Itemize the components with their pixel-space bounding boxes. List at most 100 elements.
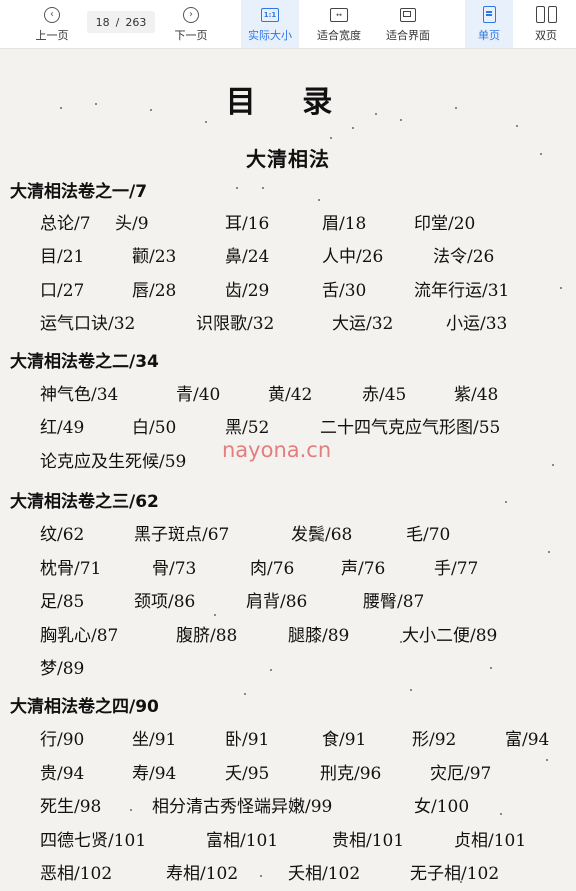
toc-entry[interactable]: 神气色/34 [40, 380, 118, 405]
scan-speck [400, 641, 402, 643]
scan-speck [490, 667, 492, 669]
toc-entry[interactable]: 红/49 [40, 413, 84, 438]
toc-entry[interactable]: 腹脐/88 [176, 621, 237, 646]
toc-entry[interactable]: 论克应及生死候/59 [40, 447, 186, 472]
toc-entry[interactable]: 口/27 [40, 276, 84, 301]
fit-screen-button[interactable]: 适合界面 [378, 0, 438, 48]
toc-entry[interactable]: 相分清古秀怪端异嫩/99 [152, 792, 332, 817]
actual-size-icon: 1:1 [261, 7, 279, 22]
fit-width-icon: ↔ [330, 7, 348, 22]
scan-speck [505, 501, 507, 503]
toc-entry[interactable]: 行/90 [40, 725, 84, 750]
prev-page-button[interactable]: ‹ 上一页 [22, 0, 82, 48]
single-page-button[interactable]: 单页 [465, 0, 513, 48]
toc-entry[interactable]: 眉/18 [322, 209, 366, 234]
toc-entry[interactable]: 足/85 [40, 587, 84, 612]
toc-entry[interactable]: 头/9 [115, 209, 149, 234]
toc-entry[interactable]: 颧/23 [132, 242, 176, 267]
actual-size-button[interactable]: 1:1 实际大小 [241, 0, 299, 48]
scan-speck [95, 103, 97, 105]
toc-entry[interactable]: 夭/95 [225, 759, 269, 784]
toc-entry[interactable]: 灾厄/97 [430, 759, 491, 784]
fit-width-button[interactable]: ↔ 适合宽度 [310, 0, 368, 48]
toc-entry[interactable]: 目/21 [40, 242, 84, 267]
toc-entry[interactable]: 纹/62 [40, 520, 84, 545]
double-page-button[interactable]: 双页 [522, 0, 570, 48]
toc-entry[interactable]: 卧/91 [225, 725, 269, 750]
toc-entry[interactable]: 总论/7 [40, 209, 91, 234]
toc-entry[interactable]: 贵相/101 [332, 826, 404, 851]
toc-entry[interactable]: 耳/16 [225, 209, 269, 234]
scan-speck [236, 187, 238, 189]
toc-entry[interactable]: 黄/42 [268, 380, 312, 405]
scan-speck [330, 137, 332, 139]
toc-entry[interactable]: 舌/30 [322, 276, 366, 301]
toc-entry[interactable]: 识限歌/32 [196, 309, 274, 334]
toc-entry[interactable]: 坐/91 [132, 725, 176, 750]
toc-entry[interactable]: 无子相/102 [410, 859, 499, 884]
toc-entry[interactable]: 发鬓/68 [291, 520, 352, 545]
toc-entry[interactable]: 肉/76 [250, 554, 294, 579]
current-page-input[interactable]: 18 [96, 16, 110, 29]
single-page-label: 单页 [478, 28, 500, 42]
toc-entry[interactable]: 形/92 [412, 725, 456, 750]
toc-entry[interactable]: 人中/26 [322, 242, 383, 267]
toc-entry[interactable]: 夭相/102 [288, 859, 360, 884]
toc-entry[interactable]: 大运/32 [332, 309, 393, 334]
toc-entry[interactable]: 黑/52 [225, 413, 269, 438]
toc-entry[interactable]: 富相/101 [206, 826, 278, 851]
document-page: 目 录 大清相法 大清相法卷之一/7 总论/7 头/9 耳/16 眉/18 印堂/20 目/… [0, 49, 576, 891]
toc-entry[interactable]: 法令/26 [433, 242, 494, 267]
toc-entry[interactable]: 紫/48 [454, 380, 498, 405]
toc-entry[interactable]: 富/94 [505, 725, 549, 750]
chevron-right-icon: › [183, 6, 199, 23]
toc-entry[interactable]: 毛/70 [406, 520, 450, 545]
toc-entry[interactable]: 手/77 [434, 554, 478, 579]
section-heading: 大清相法卷之四/90 [10, 697, 159, 717]
toc-entry[interactable]: 胸乳心/87 [40, 621, 118, 646]
reader-toolbar: ‹ 上一页 18 / 263 › 下一页 1:1 实际大小 ↔ 适合宽度 适合界… [0, 0, 576, 49]
next-page-button[interactable]: › 下一页 [162, 0, 220, 48]
toc-entry[interactable]: 唇/28 [132, 276, 176, 301]
toc-entry[interactable]: 青/40 [176, 380, 220, 405]
toc-entry[interactable]: 颈项/86 [134, 587, 195, 612]
toc-row: 红/49 白/50 黑/52 二十四气克应气形图/55 [0, 413, 576, 441]
double-page-label: 双页 [535, 28, 557, 42]
toc-entry[interactable]: 运气口诀/32 [40, 309, 135, 334]
toc-entry[interactable]: 小运/33 [446, 309, 507, 334]
toc-entry[interactable]: 白/50 [132, 413, 176, 438]
toc-entry[interactable]: 恶相/102 [40, 859, 112, 884]
scan-speck [260, 875, 262, 877]
toc-entry[interactable]: 枕骨/71 [40, 554, 101, 579]
toc-entry[interactable]: 腰臀/87 [363, 587, 424, 612]
toc-entry[interactable]: 齿/29 [225, 276, 269, 301]
page-indicator[interactable]: 18 / 263 [87, 11, 155, 33]
toc-entry[interactable]: 鼻/24 [225, 242, 269, 267]
toc-entry[interactable]: 声/76 [341, 554, 385, 579]
toc-row: 四德七贤/101 富相/101 贵相/101 贞相/101 [0, 826, 576, 854]
toc-entry[interactable]: 刑克/96 [320, 759, 381, 784]
toc-entry[interactable]: 寿相/102 [166, 859, 238, 884]
toc-entry[interactable]: 二十四气克应气形图/55 [320, 413, 500, 438]
scan-speck [500, 813, 502, 815]
toc-entry[interactable]: 腿膝/89 [288, 621, 349, 646]
toc-entry[interactable]: 死生/98 [40, 792, 101, 817]
toc-entry[interactable]: 赤/45 [362, 380, 406, 405]
scan-speck [375, 113, 377, 115]
actual-size-label: 实际大小 [248, 28, 292, 42]
toc-entry[interactable]: 贵/94 [40, 759, 84, 784]
scan-speck [383, 597, 385, 599]
toc-entry[interactable]: 黑子斑点/67 [134, 520, 229, 545]
scan-speck [540, 153, 542, 155]
toc-entry[interactable]: 大小二便/89 [402, 621, 497, 646]
toc-entry[interactable]: 流年行运/31 [414, 276, 509, 301]
toc-entry[interactable]: 梦/89 [40, 654, 84, 679]
toc-entry[interactable]: 食/91 [322, 725, 366, 750]
toc-entry[interactable]: 贞相/101 [454, 826, 526, 851]
toc-entry[interactable]: 印堂/20 [414, 209, 475, 234]
toc-entry[interactable]: 骨/73 [152, 554, 196, 579]
toc-entry[interactable]: 肩背/86 [246, 587, 307, 612]
toc-entry[interactable]: 女/100 [414, 792, 469, 817]
toc-entry[interactable]: 四德七贤/101 [40, 826, 146, 851]
toc-entry[interactable]: 寿/94 [132, 759, 176, 784]
